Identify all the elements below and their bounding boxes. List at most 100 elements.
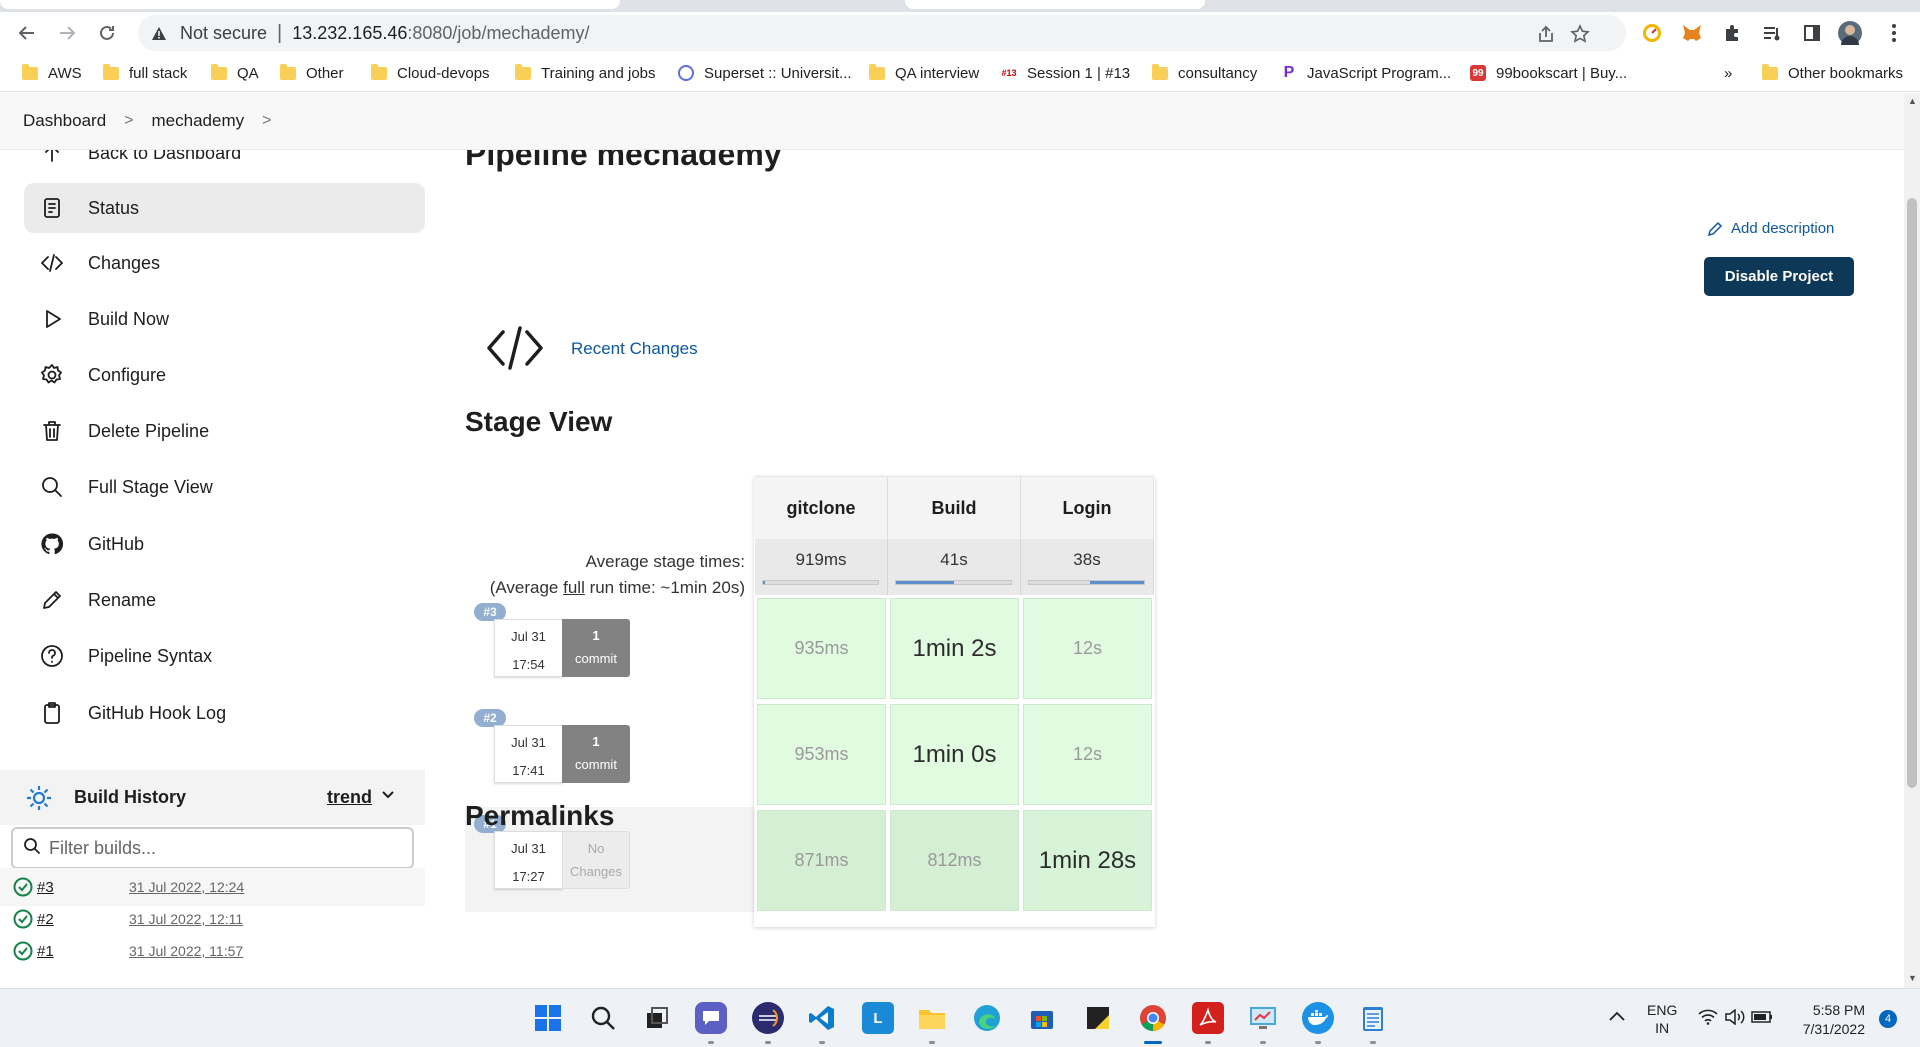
notification-badge[interactable]: 4: [1879, 1010, 1897, 1028]
microsoft-store-icon[interactable]: [1026, 1002, 1058, 1034]
task-view-icon[interactable]: [641, 1002, 673, 1034]
breadcrumb-dashboard[interactable]: Dashboard: [23, 111, 106, 131]
build-date-link[interactable]: 31 Jul 2022, 12:24: [129, 879, 244, 895]
add-description-link[interactable]: Add description: [1707, 220, 1834, 237]
security-label[interactable]: Not secure: [180, 23, 267, 44]
bookmark-folder[interactable]: consultancy: [1152, 63, 1257, 83]
warning-icon[interactable]: [150, 24, 168, 42]
url-host[interactable]: 13.232.165.46: [292, 23, 407, 44]
recent-changes-link[interactable]: Recent Changes: [571, 339, 698, 359]
disable-project-button[interactable]: Disable Project: [1704, 257, 1854, 296]
page-scrollbar[interactable]: ▲ ▼: [1904, 93, 1920, 988]
metamask-icon[interactable]: [1680, 21, 1704, 45]
stage-cell[interactable]: 12s: [1023, 598, 1152, 699]
stage-cell[interactable]: 1min 28s: [1023, 810, 1152, 911]
docker-icon[interactable]: [1302, 1002, 1334, 1034]
side-panel-icon[interactable]: [1800, 21, 1824, 45]
menu-kebab-icon[interactable]: [1882, 21, 1906, 45]
lens-icon[interactable]: L: [862, 1002, 894, 1034]
build-date-link[interactable]: 31 Jul 2022, 11:57: [129, 943, 243, 959]
bookmark-folder[interactable]: full stack: [103, 63, 187, 83]
volume-icon[interactable]: [1724, 1008, 1746, 1028]
bookmark-site[interactable]: #13 Session 1 | #13: [1001, 63, 1130, 83]
bookmark-folder[interactable]: Training and jobs: [515, 63, 656, 83]
bookmark-site[interactable]: 99 99bookscart | Buy...: [1470, 63, 1627, 83]
bookmark-folder[interactable]: AWS: [22, 63, 82, 83]
eclipse-icon[interactable]: [752, 1002, 784, 1034]
windows-start-icon[interactable]: [532, 1002, 564, 1034]
chevron-down-icon[interactable]: [380, 786, 396, 807]
stage-cell[interactable]: 1min 2s: [890, 598, 1019, 699]
search-icon[interactable]: [587, 1002, 619, 1034]
bookmark-folder[interactable]: QA: [211, 63, 259, 83]
sidebar-item-build-now[interactable]: Build Now: [24, 294, 425, 344]
build-number-link[interactable]: #3: [37, 879, 97, 896]
profile-avatar[interactable]: [1838, 21, 1862, 45]
language-indicator[interactable]: ENG IN: [1647, 1001, 1677, 1037]
edge-icon[interactable]: [971, 1002, 1003, 1034]
build-number-link[interactable]: #2: [37, 911, 97, 928]
bookmarks-overflow-button[interactable]: »: [1724, 63, 1732, 83]
run-commit-count[interactable]: 1 commit: [562, 725, 630, 783]
acrobat-icon[interactable]: [1192, 1002, 1224, 1034]
url-path[interactable]: :8080/job/mechademy/: [407, 23, 589, 44]
address-bar[interactable]: Not secure | 13.232.165.46:8080/job/mech…: [138, 15, 1626, 51]
browser-tab[interactable]: [0, 0, 620, 9]
browser-tab-active[interactable]: [905, 0, 1205, 9]
reload-icon[interactable]: [90, 16, 124, 50]
forward-icon[interactable]: [50, 16, 84, 50]
scroll-up-icon[interactable]: ▲: [1908, 96, 1917, 106]
sticky-notes-icon[interactable]: [1082, 1002, 1114, 1034]
sidebar-item-back-to-dashboard[interactable]: Back to Dashboard: [24, 150, 425, 178]
chevron-up-icon[interactable]: [1608, 1009, 1626, 1025]
file-explorer-icon[interactable]: [916, 1002, 948, 1034]
sidebar-item-configure[interactable]: Configure: [24, 350, 425, 400]
back-icon[interactable]: [10, 16, 44, 50]
sidebar-item-github[interactable]: GitHub: [24, 519, 425, 569]
share-icon[interactable]: [1536, 24, 1556, 44]
build-number-link[interactable]: #1: [37, 943, 97, 960]
sidebar-item-status[interactable]: Status: [24, 183, 425, 233]
stage-cell[interactable]: 1min 0s: [890, 704, 1019, 805]
sidebar-item-rename[interactable]: Rename: [24, 575, 425, 625]
breadcrumb-job[interactable]: mechademy: [152, 111, 245, 131]
stage-cell[interactable]: 953ms: [757, 704, 886, 805]
sidebar-item-pipeline-syntax[interactable]: Pipeline Syntax: [24, 631, 425, 681]
extensions-puzzle-icon[interactable]: [1720, 21, 1744, 45]
run-commit-count[interactable]: 1 commit: [562, 619, 630, 677]
notepad-icon[interactable]: [1357, 1002, 1389, 1034]
sidebar-item-changes[interactable]: Changes: [24, 238, 425, 288]
build-row[interactable]: #1 31 Jul 2022, 11:57: [0, 932, 425, 970]
stage-cell[interactable]: 812ms: [890, 810, 1019, 911]
bookmark-folder[interactable]: QA interview: [869, 63, 979, 83]
bookmark-folder[interactable]: Cloud-devops: [371, 63, 490, 83]
battery-icon[interactable]: [1750, 1009, 1774, 1028]
run-no-changes[interactable]: No Changes: [562, 831, 630, 889]
teams-chat-icon[interactable]: [695, 1002, 727, 1034]
sidebar-item-delete-pipeline[interactable]: Delete Pipeline: [24, 406, 425, 456]
other-bookmarks-folder[interactable]: Other bookmarks: [1762, 63, 1903, 83]
wifi-icon[interactable]: [1698, 1009, 1718, 1028]
vscode-icon[interactable]: [806, 1002, 838, 1034]
media-control-icon[interactable]: [1760, 21, 1784, 45]
trend-link[interactable]: trend: [327, 787, 372, 808]
stage-cell[interactable]: 12s: [1023, 704, 1152, 805]
scroll-down-icon[interactable]: ▼: [1908, 973, 1917, 983]
sidebar-item-full-stage-view[interactable]: Full Stage View: [24, 462, 425, 512]
run-row-2[interactable]: #2 Jul 31 17:41 1 commit: [465, 701, 755, 806]
sidebar-item-github-hook-log[interactable]: GitHub Hook Log: [24, 688, 425, 738]
control-panel-icon[interactable]: [1247, 1002, 1279, 1034]
filter-builds-input[interactable]: [49, 837, 389, 859]
stage-cell[interactable]: 871ms: [757, 810, 886, 911]
bookmark-site[interactable]: Superset :: Universit...: [678, 63, 852, 83]
stage-cell[interactable]: 935ms: [757, 598, 886, 699]
scroll-thumb[interactable]: [1907, 198, 1917, 788]
extension-speed-icon[interactable]: [1640, 21, 1664, 45]
bookmark-site[interactable]: P JavaScript Program...: [1281, 63, 1451, 83]
star-icon[interactable]: [1570, 24, 1590, 44]
run-row-3[interactable]: #3 Jul 31 17:54 1 commit: [465, 595, 755, 700]
bookmark-folder[interactable]: Other: [280, 63, 344, 83]
chrome-icon[interactable]: [1137, 1002, 1169, 1034]
clock[interactable]: 5:58 PM 7/31/2022: [1797, 1001, 1865, 1039]
filter-builds-field[interactable]: [11, 827, 414, 869]
